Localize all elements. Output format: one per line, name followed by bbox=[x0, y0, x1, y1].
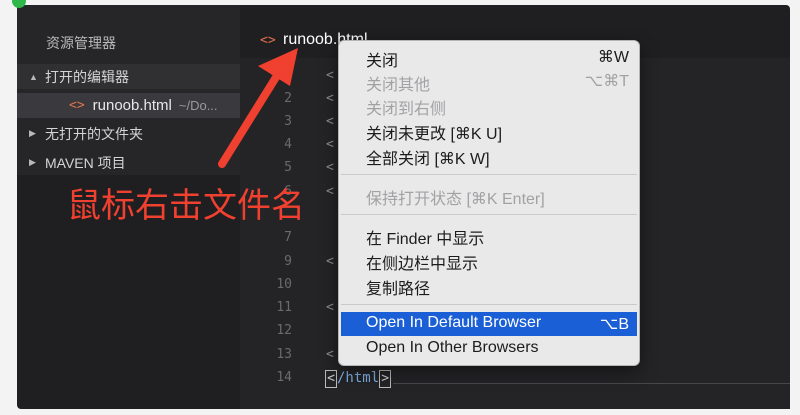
menu-item-open-default-browser[interactable]: Open In Default Browser ⌥B bbox=[341, 312, 637, 336]
menu-item-reveal-in-sidebar[interactable]: 在侧边栏中显示 bbox=[341, 248, 637, 273]
menu-item-close-all[interactable]: 全部关闭 [⌘K W] bbox=[341, 143, 637, 168]
menu-item-close-to-right[interactable]: 关闭到右侧 bbox=[341, 93, 637, 118]
menu-item-reveal-in-finder[interactable]: 在 Finder 中显示 bbox=[341, 223, 637, 248]
annotation-text: 鼠标右击文件名 bbox=[67, 186, 305, 226]
menu-separator bbox=[341, 304, 637, 305]
menu-item-close-unmodified[interactable]: 关闭未更改 [⌘K U] bbox=[341, 118, 637, 143]
menu-separator bbox=[341, 174, 637, 175]
menu-item-open-other-browsers[interactable]: Open In Other Browsers bbox=[341, 337, 637, 361]
menu-separator bbox=[341, 214, 637, 215]
menu-item-close[interactable]: 关闭 ⌘W bbox=[341, 45, 637, 70]
screenshot-frame: 资源管理器 ▲ 打开的编辑器 <> runoob.html ~/Do... ▶ … bbox=[0, 0, 800, 415]
shortcut-label: ⌥⌘T bbox=[584, 73, 629, 90]
tab-context-menu: 关闭 ⌘W 关闭其他 ⌥⌘T 关闭到右侧 关闭未更改 [⌘K U] 全部关闭 [… bbox=[338, 40, 640, 366]
menu-item-copy-path[interactable]: 复制路径 bbox=[341, 273, 637, 298]
shortcut-label: ⌘W bbox=[597, 49, 629, 66]
shortcut-label: ⌥B bbox=[599, 316, 629, 333]
menu-item-close-others[interactable]: 关闭其他 ⌥⌘T bbox=[341, 69, 637, 94]
menu-item-keep-open[interactable]: 保持打开状态 [⌘K Enter] bbox=[341, 183, 637, 208]
